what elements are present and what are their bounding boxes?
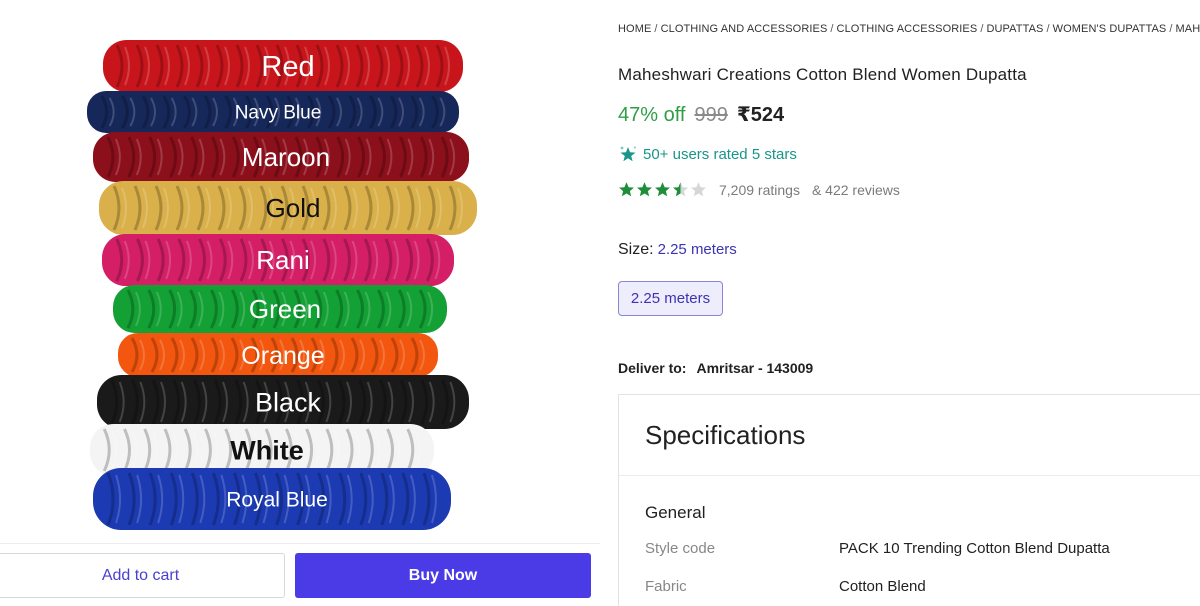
dupatta-band: Navy Blue <box>87 91 459 133</box>
breadcrumb-item-dupattas[interactable]: DUPATTAS <box>986 23 1043 35</box>
spec-row: Style code PACK 10 Trending Cotton Blend… <box>645 540 1200 557</box>
color-label: Green <box>249 294 321 324</box>
breadcrumb-separator: / <box>1169 23 1173 35</box>
specifications-title: Specifications <box>645 420 806 450</box>
spec-key: Style code <box>645 540 716 557</box>
spec-value: Cotton Blend <box>839 578 926 595</box>
product-title: Maheshwari Creations Cotton Blend Women … <box>618 65 1027 84</box>
dupatta-band: Maroon <box>93 132 469 182</box>
spec-key: Fabric <box>645 578 687 595</box>
add-to-cart-button[interactable]: Add to cart <box>0 553 285 598</box>
breadcrumb-item-clothing-accessories[interactable]: CLOTHING ACCESSORIES <box>837 23 978 35</box>
original-price: 999 <box>694 104 728 126</box>
size-option-chip[interactable]: 2.25 meters <box>618 281 723 316</box>
divider <box>619 475 1200 476</box>
sparkle-star-icon <box>618 144 638 164</box>
product-gallery: Red Navy Blue Maroon Gold Rani Green Orange Bla… <box>0 0 600 606</box>
breadcrumb-separator: / <box>830 23 834 35</box>
breadcrumb-item-clothing-and-accessories[interactable]: CLOTHING AND ACCESSORIES <box>661 23 828 35</box>
color-label: Black <box>255 387 322 417</box>
breadcrumb-separator: / <box>1046 23 1050 35</box>
breadcrumb-item-womens-dupattas[interactable]: WOMEN'S DUPATTAS <box>1053 23 1167 35</box>
star-icon <box>655 182 670 197</box>
color-label: White <box>230 435 304 465</box>
rating-summary[interactable]: 7,209 ratings & 422 reviews <box>618 181 900 198</box>
breadcrumb-separator: / <box>980 23 984 35</box>
discount-percent: 47% off <box>618 104 686 126</box>
product-image[interactable]: Red Navy Blue Maroon Gold Rani Green Orange Bla… <box>0 0 600 545</box>
price-row: 47% off 999 ₹524 <box>618 102 784 127</box>
dupatta-stack-image: Red Navy Blue Maroon Gold Rani Green Orange Bla… <box>87 40 477 530</box>
specifications-card: Specifications General Style code PACK 1… <box>618 394 1200 606</box>
dupatta-band: Orange <box>118 333 438 377</box>
spec-row: Fabric Cotton Blend <box>645 578 1200 595</box>
spec-group-title: General <box>645 503 706 522</box>
top-rated-badge: 50+ users rated 5 stars <box>618 144 797 164</box>
size-label: Size: <box>618 241 654 258</box>
reviews-count: & 422 reviews <box>811 181 900 198</box>
dupatta-band: Red <box>103 40 463 92</box>
color-label: Royal Blue <box>226 488 328 511</box>
deliver-to-label: Deliver to: <box>618 360 687 376</box>
deliver-to-value: Amritsar - 143009 <box>696 360 814 376</box>
breadcrumb: HOME / CLOTHING AND ACCESSORIES / CLOTHING A… <box>618 23 1200 35</box>
star-icon <box>619 182 634 197</box>
dupatta-band: Gold <box>99 181 477 235</box>
spec-value: PACK 10 Trending Cotton Blend Dupatta <box>839 540 1110 557</box>
color-label: Orange <box>241 342 324 370</box>
dupatta-band: Royal Blue <box>93 468 451 530</box>
color-label: Gold <box>266 193 321 223</box>
star-icon <box>637 182 652 197</box>
rated-text: 50+ users rated 5 stars <box>643 145 797 163</box>
breadcrumb-separator: / <box>654 23 658 35</box>
dupatta-band: Rani <box>102 234 454 286</box>
color-label: Red <box>261 51 314 83</box>
dupatta-band: Black <box>97 375 469 429</box>
star-icon <box>691 182 706 197</box>
size-selector-header: Size: 2.25 meters <box>618 241 737 259</box>
product-details: HOME / CLOTHING AND ACCESSORIES / CLOTHING A… <box>618 0 1200 606</box>
star-rating <box>618 181 707 198</box>
action-bar: Add to cart Buy Now <box>0 543 600 606</box>
buy-now-button[interactable]: Buy Now <box>295 553 591 598</box>
dupatta-band: Green <box>113 285 447 333</box>
color-label: Maroon <box>242 142 330 172</box>
star-icon <box>673 182 688 197</box>
color-label: Navy Blue <box>235 103 322 124</box>
breadcrumb-item-home[interactable]: HOME <box>618 23 651 35</box>
delivery-location[interactable]: Deliver to: Amritsar - 143009 <box>618 360 813 376</box>
breadcrumb-item-product: MAHES <box>1175 23 1200 35</box>
ratings-count: 7,209 ratings <box>719 181 800 198</box>
selling-price: ₹524 <box>736 104 785 126</box>
selected-size-value: 2.25 meters <box>657 241 737 258</box>
color-label: Rani <box>256 245 309 275</box>
